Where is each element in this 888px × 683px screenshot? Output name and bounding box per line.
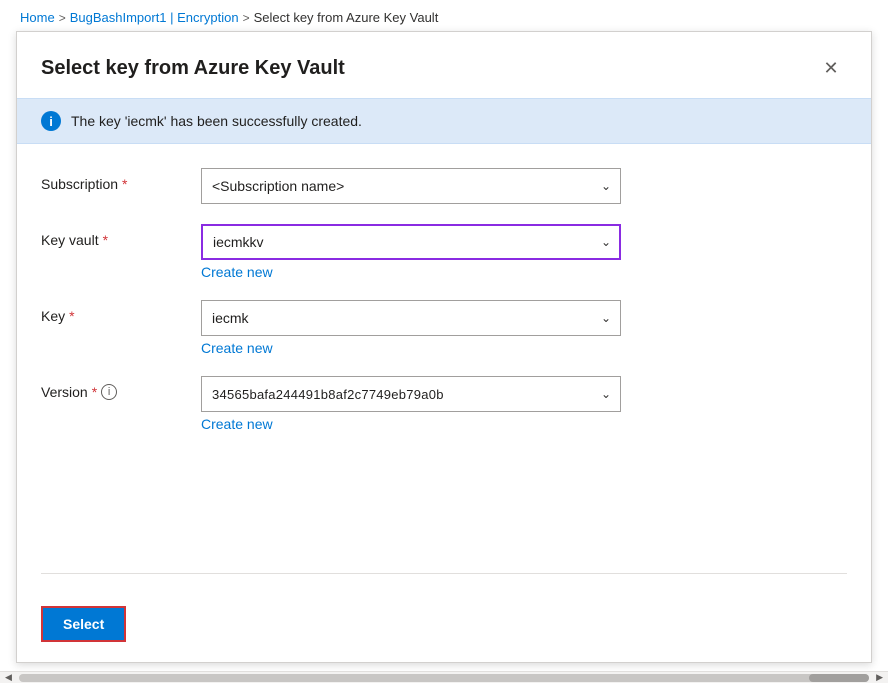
version-label: Version * i xyxy=(41,376,201,400)
version-required: * xyxy=(92,384,97,400)
dialog-title: Select key from Azure Key Vault xyxy=(41,57,345,80)
page-wrapper: Home > BugBashImport1 | Encryption > Sel… xyxy=(0,0,888,683)
key-vault-label: Key vault * xyxy=(41,224,201,248)
version-select-wrapper: 34565bafa244491b8af2c7749eb79a0b ⌄ xyxy=(201,376,621,412)
breadcrumb-sep1: > xyxy=(59,11,66,25)
breadcrumb-current: Select key from Azure Key Vault xyxy=(254,10,439,25)
breadcrumb-sep2: > xyxy=(243,11,250,25)
dialog-body: Subscription * <Subscription name> ⌄ Key… xyxy=(17,144,871,606)
subscription-label: Subscription * xyxy=(41,168,201,192)
info-banner: i The key 'iecmk' has been successfully … xyxy=(17,98,871,144)
footer-divider xyxy=(41,573,847,574)
version-select[interactable]: 34565bafa244491b8af2c7749eb79a0b xyxy=(201,376,621,412)
dialog-container: Select key from Azure Key Vault ✕ i The … xyxy=(16,31,872,663)
key-vault-create-new[interactable]: Create new xyxy=(201,264,273,280)
scroll-track[interactable] xyxy=(19,674,869,682)
breadcrumb-home[interactable]: Home xyxy=(20,10,55,25)
scroll-right-arrow[interactable]: ▶ xyxy=(873,672,886,683)
version-create-new[interactable]: Create new xyxy=(201,416,273,432)
subscription-control: <Subscription name> ⌄ xyxy=(201,168,847,204)
key-vault-select-wrapper: iecmkkv ⌄ xyxy=(201,224,621,260)
breadcrumb: Home > BugBashImport1 | Encryption > Sel… xyxy=(0,0,888,31)
close-button[interactable]: ✕ xyxy=(815,52,847,84)
key-create-new[interactable]: Create new xyxy=(201,340,273,356)
key-label: Key * xyxy=(41,300,201,324)
key-vault-required: * xyxy=(103,232,108,248)
key-select-wrapper: iecmk ⌄ xyxy=(201,300,621,336)
key-row: Key * iecmk ⌄ Create new xyxy=(41,300,847,356)
info-icon: i xyxy=(41,111,61,131)
scroll-left-arrow[interactable]: ◀ xyxy=(2,672,15,683)
dialog-header: Select key from Azure Key Vault ✕ xyxy=(17,32,871,98)
subscription-select-wrapper: <Subscription name> ⌄ xyxy=(201,168,621,204)
key-control: iecmk ⌄ Create new xyxy=(201,300,847,356)
subscription-select[interactable]: <Subscription name> xyxy=(201,168,621,204)
scrollbar-area: ◀ ▶ xyxy=(0,671,888,683)
version-info-icon[interactable]: i xyxy=(101,384,117,400)
banner-message: The key 'iecmk' has been successfully cr… xyxy=(71,113,362,129)
key-vault-control: iecmkkv ⌄ Create new xyxy=(201,224,847,280)
subscription-row: Subscription * <Subscription name> ⌄ xyxy=(41,168,847,204)
breadcrumb-section[interactable]: BugBashImport1 | Encryption xyxy=(70,10,239,25)
version-row: Version * i 34565bafa244491b8af2c7749eb7… xyxy=(41,376,847,432)
key-vault-row: Key vault * iecmkkv ⌄ Create new xyxy=(41,224,847,280)
select-button[interactable]: Select xyxy=(41,606,126,642)
scroll-thumb xyxy=(809,674,869,682)
dialog-footer: Select xyxy=(17,606,871,662)
key-required: * xyxy=(69,308,74,324)
key-select[interactable]: iecmk xyxy=(201,300,621,336)
subscription-required: * xyxy=(122,176,127,192)
key-vault-select[interactable]: iecmkkv xyxy=(201,224,621,260)
version-control: 34565bafa244491b8af2c7749eb79a0b ⌄ Creat… xyxy=(201,376,847,432)
